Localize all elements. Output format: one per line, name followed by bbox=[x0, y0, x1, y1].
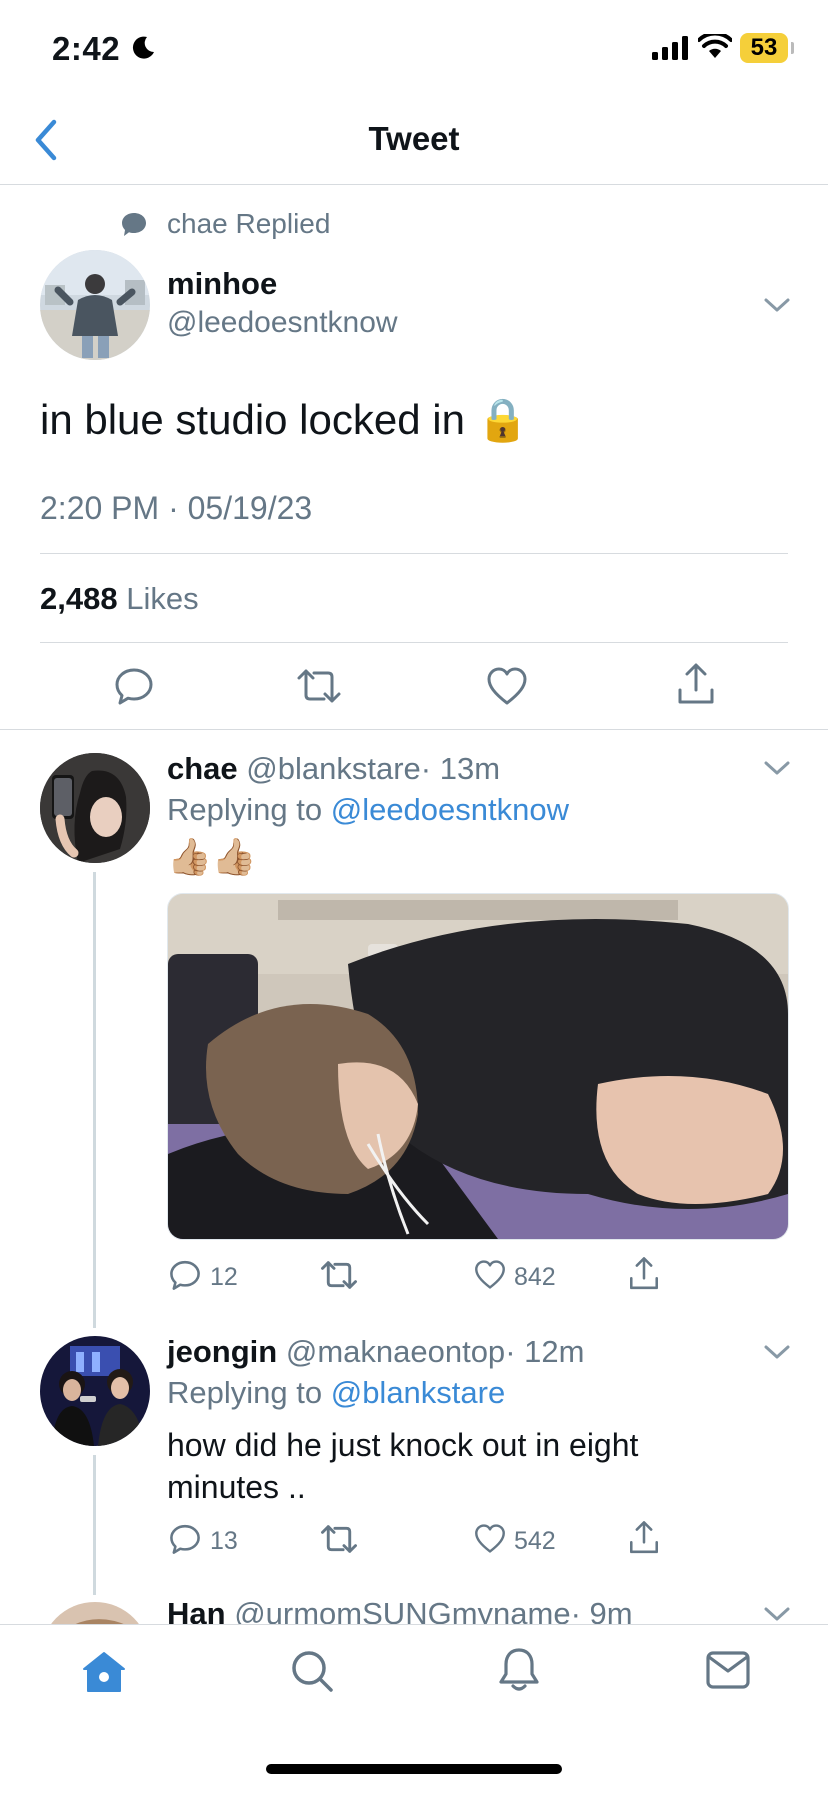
retweet-icon[interactable] bbox=[296, 668, 342, 704]
reply-text: 👍🏼👍🏼 bbox=[167, 836, 257, 877]
social-context: chae Replied bbox=[167, 208, 331, 239]
replying-to-link[interactable]: @blankstare bbox=[331, 1375, 506, 1410]
notifications-icon[interactable] bbox=[498, 1647, 540, 1693]
tweet-timestamp: 2:20 PM · 05/19/23 bbox=[40, 490, 313, 526]
like-count: 542 bbox=[514, 1527, 556, 1555]
replying-prefix: Replying to bbox=[167, 1375, 323, 1410]
home-icon[interactable] bbox=[82, 1651, 126, 1693]
likes-summary[interactable]: 2,488 Likes bbox=[40, 581, 199, 617]
battery-indicator: 53 bbox=[740, 33, 788, 63]
page-title: Tweet bbox=[368, 120, 460, 157]
chevron-down-icon[interactable] bbox=[762, 1342, 792, 1362]
reply-header: chae @blankstare· 13m bbox=[167, 751, 500, 787]
reply-text: how did he just knock out in eight minut… bbox=[167, 1427, 639, 1505]
replying-to-link[interactable]: @leedoesntknow bbox=[331, 792, 569, 827]
share-icon[interactable] bbox=[628, 1256, 660, 1291]
avatar[interactable] bbox=[40, 250, 150, 360]
moon-icon bbox=[130, 34, 156, 60]
reply-time: · 13m bbox=[420, 751, 501, 786]
reply-time: · 12m bbox=[505, 1334, 585, 1369]
like-count: 842 bbox=[514, 1263, 556, 1291]
thread-line bbox=[93, 1455, 96, 1595]
divider bbox=[0, 729, 828, 730]
chevron-down-icon[interactable] bbox=[762, 295, 792, 315]
share-icon[interactable] bbox=[628, 1520, 660, 1555]
divider bbox=[40, 553, 788, 554]
reply-header: jeongin @maknaeontop· 12m bbox=[167, 1334, 584, 1370]
retweet-icon[interactable] bbox=[320, 1524, 358, 1554]
like-heart-icon[interactable] bbox=[474, 1259, 506, 1290]
like-heart-icon[interactable] bbox=[474, 1523, 506, 1554]
author-handle[interactable]: @blankstare bbox=[246, 751, 421, 786]
reply-media-image[interactable] bbox=[167, 893, 789, 1240]
tweet-text: in blue studio locked in 🔒 bbox=[40, 396, 529, 443]
speech-bubble-icon bbox=[120, 210, 148, 238]
avatar[interactable] bbox=[40, 1336, 150, 1446]
share-icon[interactable] bbox=[676, 662, 716, 706]
author-handle[interactable]: @leedoesntknow bbox=[167, 306, 398, 340]
reply-icon[interactable] bbox=[114, 666, 154, 706]
reply-count: 12 bbox=[210, 1263, 238, 1291]
status-bar: 2:42 53 bbox=[0, 0, 828, 100]
author-name[interactable]: jeongin bbox=[167, 1334, 277, 1369]
thread-line bbox=[93, 872, 96, 1328]
divider bbox=[40, 642, 788, 643]
author-handle[interactable]: @maknaeontop bbox=[286, 1334, 505, 1369]
avatar[interactable] bbox=[40, 753, 150, 863]
battery-tip bbox=[791, 42, 794, 54]
home-indicator bbox=[266, 1764, 562, 1774]
chevron-down-icon[interactable] bbox=[762, 758, 792, 778]
author-name[interactable]: chae bbox=[167, 751, 238, 786]
reply-icon[interactable] bbox=[169, 1523, 201, 1555]
retweet-icon[interactable] bbox=[320, 1260, 358, 1290]
search-icon[interactable] bbox=[290, 1649, 334, 1693]
like-heart-icon[interactable] bbox=[486, 666, 528, 706]
author-name[interactable]: minhoe bbox=[167, 266, 277, 302]
reply-icon[interactable] bbox=[169, 1259, 201, 1291]
wifi-icon bbox=[698, 34, 732, 60]
reply-count: 13 bbox=[210, 1527, 238, 1555]
cellular-signal-icon bbox=[652, 36, 690, 60]
likes-label: Likes bbox=[126, 581, 199, 616]
chevron-down-icon[interactable] bbox=[762, 1604, 792, 1624]
replying-to: Replying to @leedoesntknow bbox=[167, 792, 569, 828]
replying-to: Replying to @blankstare bbox=[167, 1375, 505, 1411]
messages-icon[interactable] bbox=[706, 1651, 750, 1689]
replying-prefix: Replying to bbox=[167, 792, 323, 827]
status-time: 2:42 bbox=[52, 30, 121, 67]
likes-count: 2,488 bbox=[40, 581, 118, 616]
